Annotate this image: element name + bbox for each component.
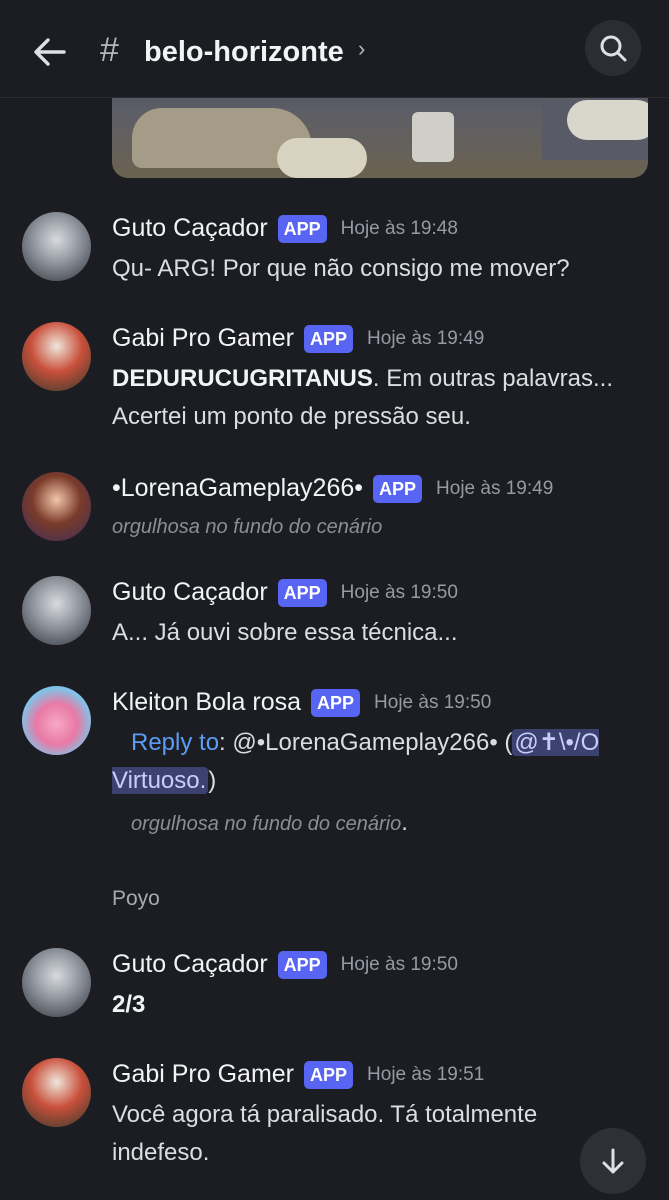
search-button[interactable] <box>585 20 641 76</box>
message-timestamp: Hoje às 19:49 <box>367 327 485 349</box>
message-text: 2/3 <box>112 991 146 1018</box>
bold-term: DEDURUCUGRITANUS <box>112 365 373 392</box>
channel-header: # belo-horizonte › <box>0 0 669 98</box>
avatar[interactable] <box>22 212 91 281</box>
reply-target[interactable]: @•LorenaGameplay266• ( <box>232 729 512 756</box>
app-badge: APP <box>304 1060 354 1089</box>
message-timestamp: Hoje às 19:49 <box>436 477 554 499</box>
app-badge: APP <box>277 214 327 243</box>
message-text: Qu- ARG! Por que não consigo me mover? <box>112 255 570 282</box>
chevron-right-icon[interactable]: › <box>358 36 365 62</box>
app-badge: APP <box>277 578 327 607</box>
message-timestamp: Hoje às 19:50 <box>340 581 458 603</box>
message-followup: Poyo <box>112 887 160 910</box>
back-button[interactable] <box>28 30 72 74</box>
app-badge: APP <box>373 474 423 503</box>
avatar[interactable] <box>22 472 91 541</box>
search-icon <box>600 35 627 62</box>
back-arrow-icon <box>34 38 66 66</box>
quoted-text: orgulhosa no fundo do cenário. <box>131 809 408 836</box>
reply-to-link[interactable]: Reply to <box>131 729 219 756</box>
avatar[interactable] <box>22 322 91 391</box>
message-timestamp: Hoje às 19:51 <box>367 1063 485 1085</box>
message-text: Você agora tá paralisado. Tá totalmente … <box>112 1101 538 1166</box>
message-author[interactable]: Gabi Pro Gamer <box>112 1060 294 1089</box>
avatar[interactable] <box>22 948 91 1017</box>
avatar[interactable] <box>22 576 91 645</box>
message-text: A... Já ouvi sobre essa técnica... <box>112 619 458 646</box>
reply-line: Reply to: @•LorenaGameplay266• (@✝\•/O V… <box>112 729 600 794</box>
app-badge: APP <box>277 950 327 979</box>
scroll-to-bottom-button[interactable] <box>580 1128 646 1194</box>
message-author[interactable]: Gabi Pro Gamer <box>112 324 294 353</box>
message-timestamp: Hoje às 19:50 <box>374 691 492 713</box>
message-timestamp: Hoje às 19:48 <box>340 217 458 239</box>
message-author[interactable]: Kleiton Bola rosa <box>112 688 301 717</box>
message-author[interactable]: •LorenaGameplay266• <box>112 474 363 503</box>
arrow-down-icon <box>602 1148 624 1174</box>
message-author[interactable]: Guto Caçador <box>112 214 268 243</box>
channel-hash-icon: # <box>100 31 119 69</box>
message-timestamp: Hoje às 19:50 <box>340 953 458 975</box>
avatar[interactable] <box>22 1058 91 1127</box>
message-author[interactable]: Guto Caçador <box>112 950 268 979</box>
message-text: orgulhosa no fundo do cenário <box>112 516 383 538</box>
message-author[interactable]: Guto Caçador <box>112 578 268 607</box>
app-badge: APP <box>304 324 354 353</box>
message-text: DEDURUCUGRITANUS. Em outras palavras... … <box>112 365 613 430</box>
channel-title[interactable]: belo-horizonte <box>144 32 344 72</box>
app-badge: APP <box>311 688 361 717</box>
avatar[interactable] <box>22 686 91 755</box>
